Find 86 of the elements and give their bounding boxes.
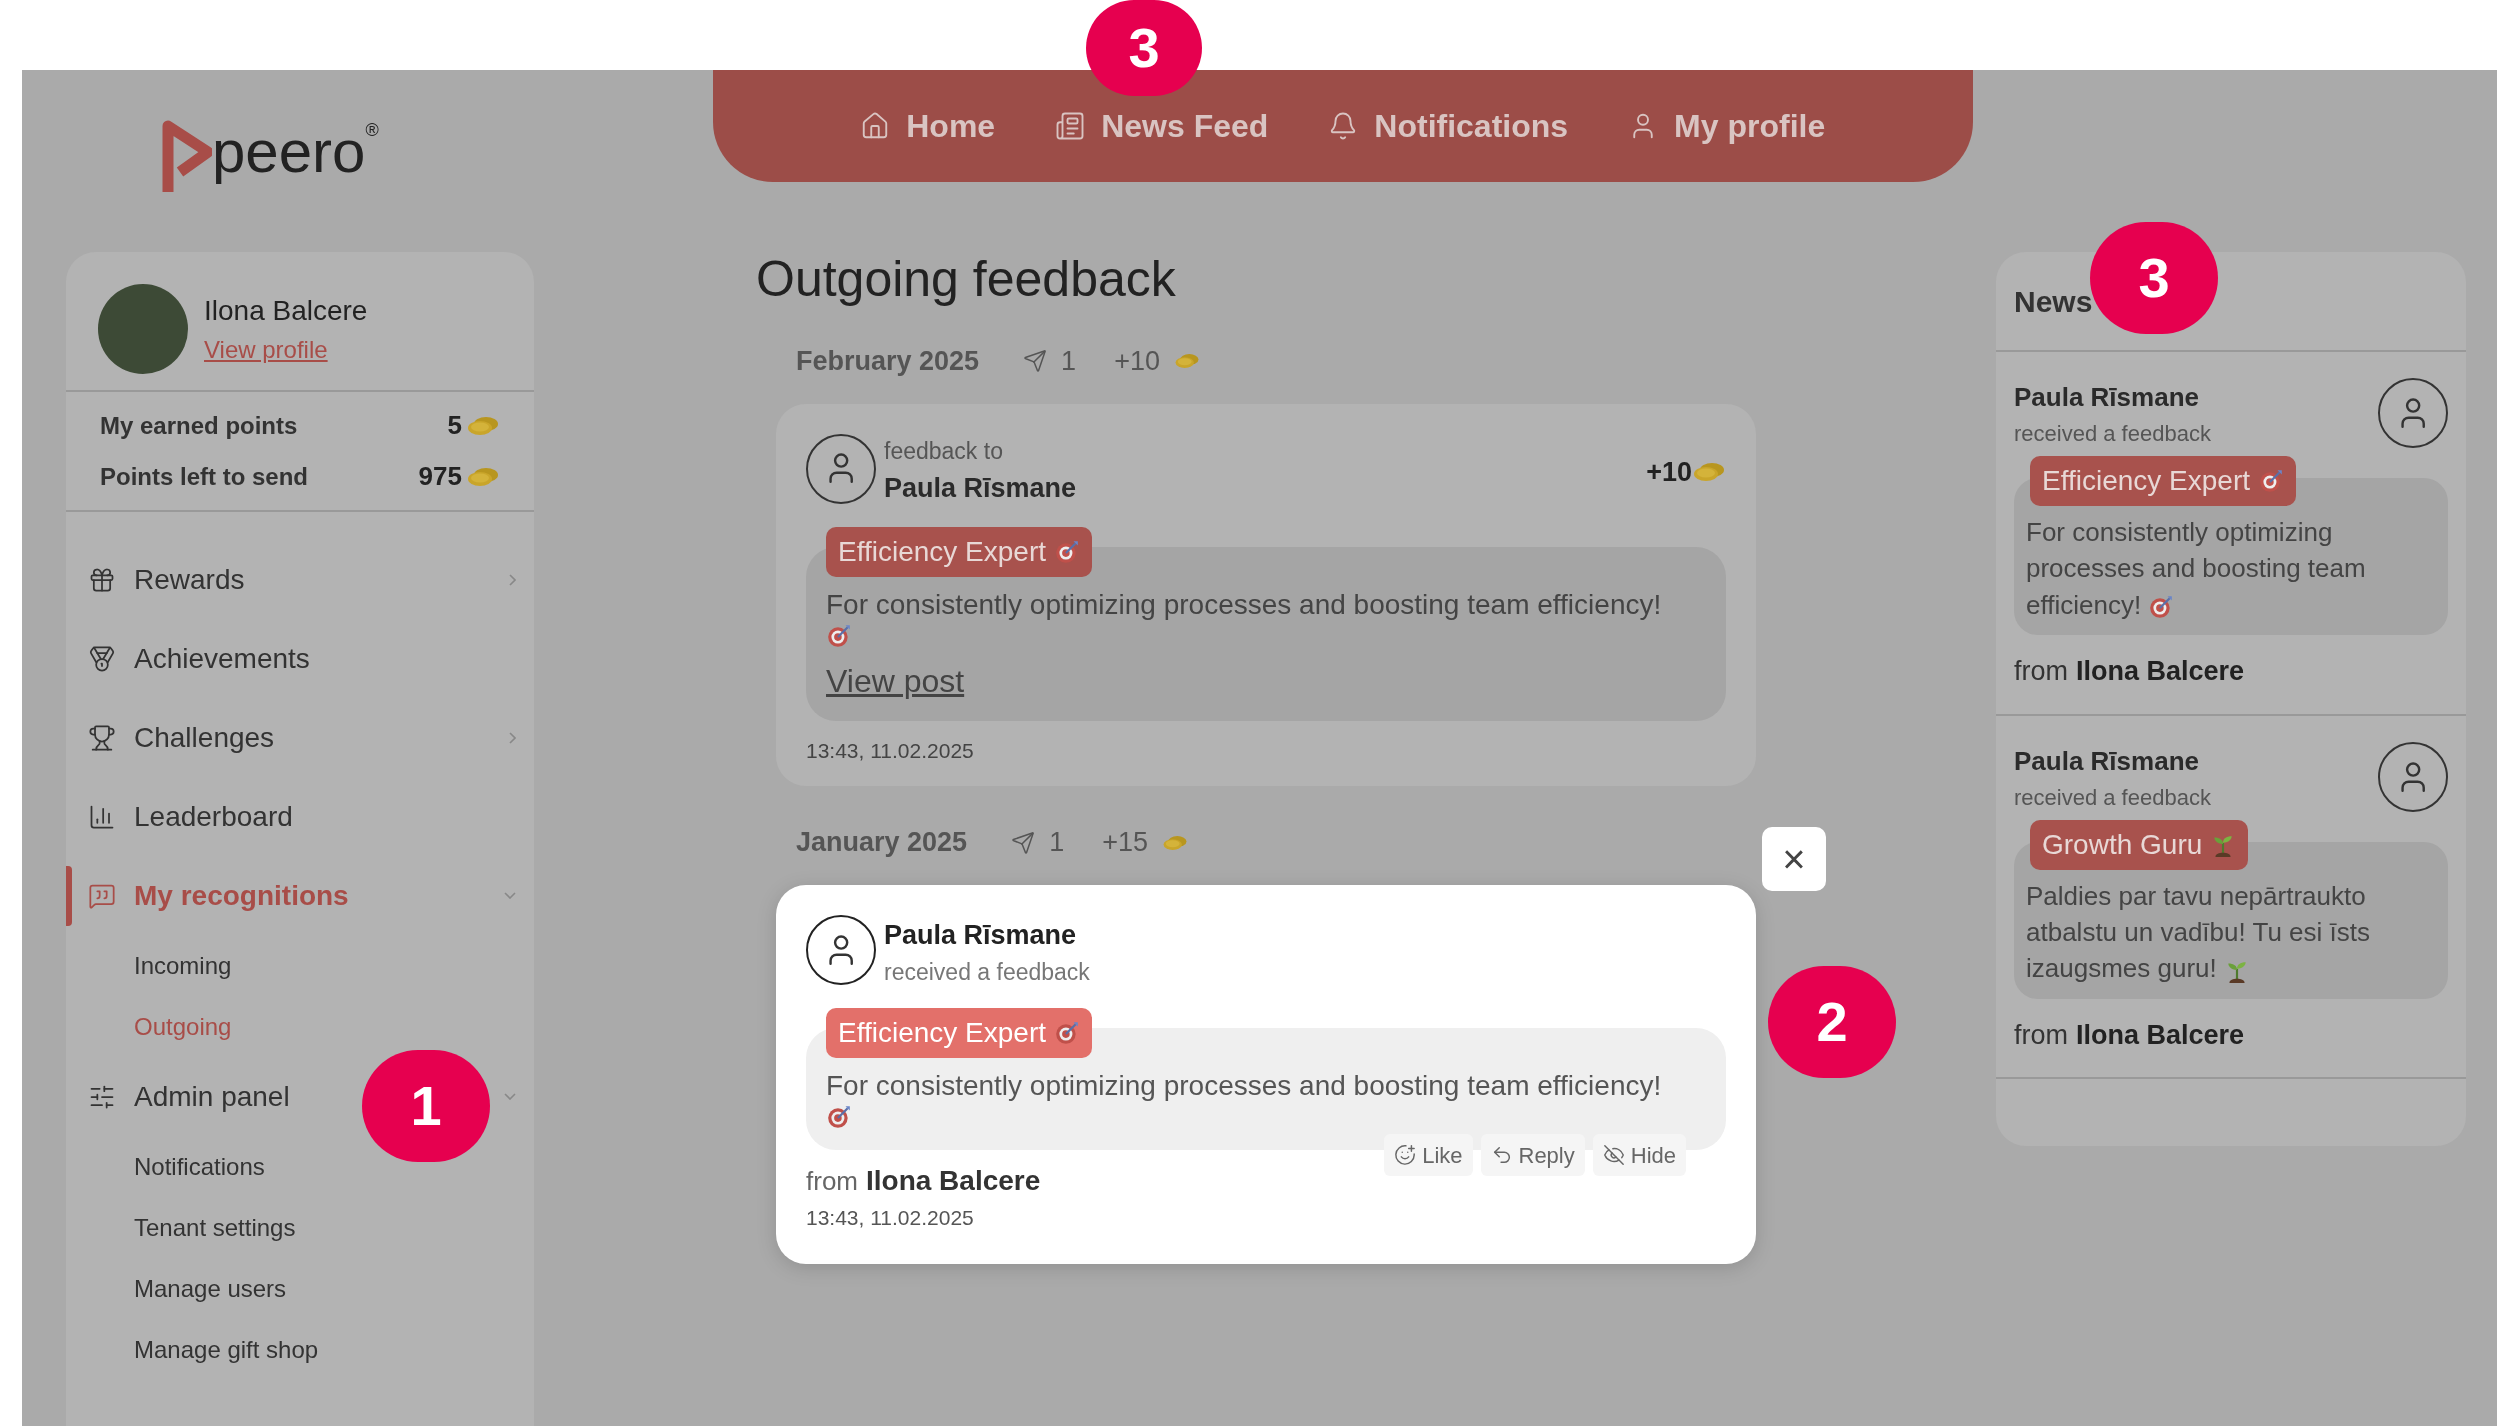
sidebar-item[interactable]: Achievements bbox=[88, 637, 310, 680]
sender-name: Ilona Balcere bbox=[2076, 655, 2245, 689]
submenu-item[interactable]: Incoming bbox=[66, 935, 534, 996]
sidebar-item[interactable]: Admin panel bbox=[88, 1075, 290, 1118]
nav-link[interactable]: Notifications bbox=[1328, 102, 1569, 150]
message-text: For consistently optimizing processes and boosting team efficiency! bbox=[826, 1068, 1663, 1103]
eye-off-icon bbox=[1602, 1144, 1625, 1167]
submenu-item[interactable]: Manage users bbox=[66, 1258, 534, 1319]
caption-text: received a feedback bbox=[2014, 783, 2211, 812]
registered-mark: ® bbox=[365, 119, 379, 142]
from-label: from bbox=[2014, 655, 2068, 689]
badge-label: Efficiency Expert bbox=[826, 526, 1093, 577]
caption-text: received a feedback bbox=[2014, 420, 2211, 448]
chevron-down-icon bbox=[504, 892, 516, 899]
trophy-icon bbox=[88, 723, 116, 752]
avatar-icon bbox=[2378, 741, 2448, 812]
sidebar-item[interactable]: Challenges bbox=[88, 716, 275, 759]
coins-icon bbox=[1161, 833, 1188, 852]
smiley-icon bbox=[1394, 1144, 1417, 1167]
points-text: +10 bbox=[1646, 455, 1692, 489]
nav-link[interactable]: Home bbox=[860, 102, 996, 150]
message-text: For consistently optimizing processes and boosting team efficiency! bbox=[2026, 516, 2367, 622]
message-text: For consistently optimizing processes and boosting team efficiency! bbox=[826, 587, 1663, 622]
submenu-item[interactable]: Tenant settings bbox=[66, 1197, 534, 1258]
badge-label: Growth Guru bbox=[2030, 819, 2249, 870]
action-button[interactable]: Hide bbox=[1592, 1134, 1686, 1177]
avatar-icon bbox=[806, 914, 876, 985]
action-button[interactable]: Like bbox=[1384, 1134, 1473, 1177]
person-name: Paula Rīsmane bbox=[2014, 381, 2200, 414]
target-icon bbox=[1054, 538, 1081, 565]
target-icon bbox=[2148, 593, 2175, 620]
timestamp: 13:43, 11.02.2025 bbox=[806, 1205, 975, 1232]
newspaper-icon bbox=[1055, 111, 1086, 141]
nav-link[interactable]: News Feed bbox=[1055, 102, 1269, 150]
sender-name: Ilona Balcere bbox=[866, 1164, 1041, 1199]
person-name: Paula Rīsmane bbox=[884, 472, 1077, 505]
view-post-link[interactable]: View post bbox=[826, 662, 965, 699]
target-icon bbox=[2258, 468, 2285, 494]
points-value: 5 bbox=[447, 409, 462, 442]
user-name: Ilona Balcere bbox=[204, 294, 368, 328]
step-number-badge: 3 bbox=[1086, 0, 1202, 96]
chevron-down-icon bbox=[504, 1093, 516, 1100]
send-icon bbox=[1011, 830, 1036, 855]
points-value: 975 bbox=[418, 460, 462, 493]
from-label: from bbox=[2014, 1018, 2068, 1052]
month-heading: January 2025 bbox=[796, 826, 968, 860]
medal-icon bbox=[88, 644, 116, 673]
month-heading: February 2025 bbox=[796, 345, 980, 378]
caption-text: feedback to bbox=[884, 436, 1004, 466]
sender-name: Ilona Balcere bbox=[2076, 1018, 2245, 1052]
coins-icon bbox=[1173, 352, 1200, 371]
avatar-icon bbox=[806, 433, 876, 504]
person-name: Paula Rīsmane bbox=[884, 918, 1078, 952]
panel-title: News bbox=[2014, 283, 2093, 320]
badge-label: Efficiency Expert bbox=[826, 1007, 1093, 1058]
coins-icon bbox=[466, 414, 500, 437]
sidebar-item[interactable]: Rewards bbox=[88, 558, 245, 601]
sent-count: 1 bbox=[1049, 826, 1065, 860]
points-label: My earned points bbox=[100, 410, 298, 441]
badge-label: Efficiency Expert bbox=[2030, 456, 2297, 506]
timestamp: 13:43, 11.02.2025 bbox=[806, 737, 975, 764]
coins-icon bbox=[1692, 460, 1726, 483]
sidebar-item[interactable]: Leaderboard bbox=[88, 795, 293, 838]
close-button[interactable]: × bbox=[1762, 826, 1826, 891]
target-icon bbox=[1054, 1019, 1081, 1046]
from-label: from bbox=[806, 1165, 858, 1199]
target-icon bbox=[826, 622, 852, 649]
person-name: Paula Rīsmane bbox=[2014, 744, 2200, 778]
submenu-item[interactable]: Manage gift shop bbox=[66, 1319, 534, 1380]
chevron-right-icon bbox=[509, 573, 516, 586]
points-label: Points left to send bbox=[100, 461, 308, 492]
avatar-icon bbox=[2378, 378, 2448, 448]
target-icon bbox=[826, 1104, 852, 1131]
active-indicator bbox=[66, 866, 72, 926]
send-icon bbox=[1023, 349, 1048, 374]
sent-count: 1 bbox=[1061, 345, 1077, 378]
points-total: +10 bbox=[1114, 345, 1160, 378]
page-title: Outgoing feedback bbox=[756, 250, 1177, 309]
logo-text: peero bbox=[212, 122, 366, 182]
message-text: Paldies par tavu nepārtraukto atbalstu un vadību! Tu esi īsts izaugsmes guru! bbox=[2026, 879, 2371, 986]
chevron-right-icon bbox=[509, 731, 516, 744]
action-button[interactable]: Reply bbox=[1480, 1134, 1585, 1177]
points-total: +15 bbox=[1102, 826, 1148, 860]
caption-text: received a feedback bbox=[884, 958, 1090, 988]
coins-icon bbox=[466, 465, 500, 488]
nav-link[interactable]: My profile bbox=[1628, 102, 1826, 150]
